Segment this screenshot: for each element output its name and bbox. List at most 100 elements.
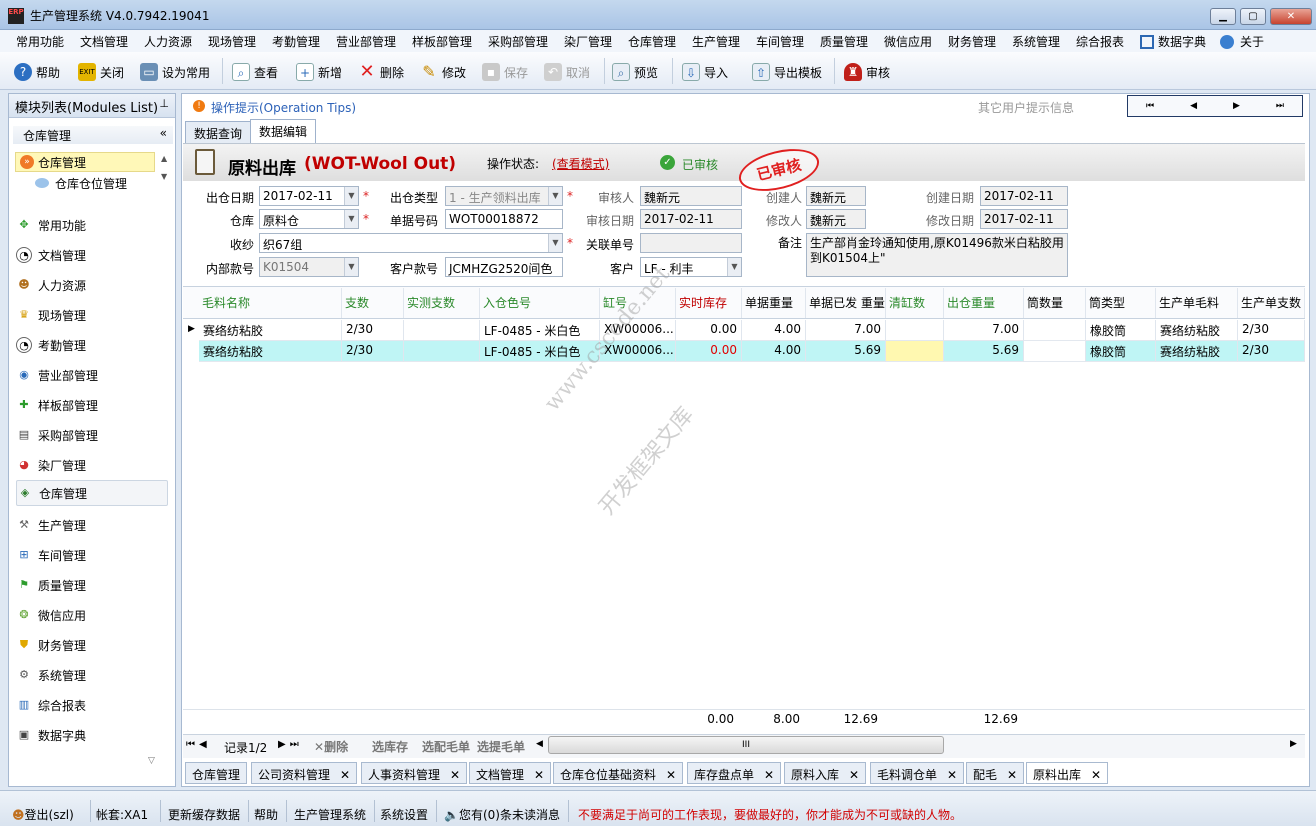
doc-tab[interactable]: 库存盘点单 ✕	[687, 762, 782, 784]
status-help-button[interactable]: 帮助	[254, 806, 278, 823]
nav-production[interactable]: ⚒ 生产管理	[16, 512, 168, 538]
doc-tab[interactable]: 毛料调仓单 ✕	[870, 762, 965, 784]
menu-quality[interactable]: 质量管理	[820, 33, 868, 50]
dropdown-arrow-icon[interactable]: ▼	[344, 187, 358, 205]
table-row-cell[interactable]: 4.00	[742, 320, 806, 341]
col-color-no[interactable]: 入仓色号	[480, 288, 600, 318]
table-row-cell[interactable]: 赛络纺粘胶	[199, 320, 342, 341]
col-tube-type[interactable]: 筒类型	[1086, 288, 1156, 318]
nav-dyeing[interactable]: ◕ 染厂管理	[16, 452, 168, 478]
col-order-wool[interactable]: 生产单毛料	[1156, 288, 1238, 318]
dropdown-arrow-icon[interactable]: ▼	[548, 234, 562, 252]
nav-attendance[interactable]: ◔ 考勤管理	[16, 332, 168, 358]
col-measured-count[interactable]: 实测支数	[404, 288, 480, 318]
save-button[interactable]: ▪ 保存	[482, 62, 528, 82]
receiver-field[interactable]: 织67组 ▼	[259, 233, 563, 253]
menu-dyeing[interactable]: 染厂管理	[564, 33, 612, 50]
menu-wechat[interactable]: 微信应用	[884, 33, 932, 50]
close-tab-icon[interactable]: ✕	[764, 768, 774, 782]
menu-common[interactable]: 常用功能	[16, 33, 64, 50]
close-window-button[interactable]: ✕	[1270, 8, 1312, 25]
logout-button[interactable]: ☻登出(szl)	[12, 806, 74, 823]
doc-tab[interactable]: 公司资料管理 ✕	[251, 762, 358, 784]
table-row-cell[interactable]: LF-0485 - 米白色	[480, 320, 600, 341]
doc-tab[interactable]: 人事资料管理 ✕	[361, 762, 468, 784]
col-tube-count[interactable]: 筒数量	[1024, 288, 1086, 318]
menu-attendance[interactable]: 考勤管理	[272, 33, 320, 50]
close-tab-icon[interactable]: ✕	[1091, 768, 1101, 782]
table-row-cell[interactable]	[886, 341, 944, 362]
view-button[interactable]: ⌕ 查看	[232, 62, 278, 82]
table-row-cell[interactable]: 7.00	[944, 320, 1024, 341]
messages-button[interactable]: 🔈您有(0)条未读消息	[444, 806, 560, 823]
doc-no-field[interactable]: WOT00018872	[445, 209, 563, 229]
group-header[interactable]: 仓库管理 «	[13, 126, 173, 144]
sidebar-scroll-down-icon[interactable]: ▽	[148, 756, 155, 766]
close-tab-icon[interactable]: ✕	[450, 768, 460, 782]
doc-tab[interactable]: 仓库管理	[185, 762, 248, 784]
close-button[interactable]: EXIT 关闭	[78, 62, 124, 82]
close-tab-icon[interactable]: ✕	[849, 768, 859, 782]
prev-record-icon[interactable]: ◀	[1190, 101, 1197, 111]
col-count[interactable]: 支数	[342, 288, 404, 318]
delete-button[interactable]: ✕ 删除	[358, 62, 404, 82]
table-row-cell[interactable]	[1024, 320, 1086, 341]
col-wool-name[interactable]: 毛料名称	[199, 288, 342, 318]
menu-purchase[interactable]: 采购部管理	[488, 33, 548, 50]
dropdown-arrow-icon[interactable]: ▼	[727, 258, 741, 276]
table-row-cell[interactable]: 2/30	[1238, 341, 1305, 362]
menu-site[interactable]: 现场管理	[208, 33, 256, 50]
table-row-cell[interactable]: 橡胶筒	[1086, 341, 1156, 362]
col-order-count[interactable]: 生产单支数	[1238, 288, 1305, 318]
import-button[interactable]: ⇩ 导入	[682, 62, 728, 82]
tree-item-location[interactable]: 仓库仓位管理	[35, 174, 165, 192]
set-common-button[interactable]: ▭ 设为常用	[140, 62, 210, 82]
nav-reports[interactable]: ▥ 综合报表	[16, 692, 168, 718]
menu-reports[interactable]: 综合报表	[1076, 33, 1124, 50]
col-out-weight[interactable]: 出仓重量	[944, 288, 1024, 318]
help-button[interactable]: ? 帮助	[14, 62, 60, 82]
close-tab-icon[interactable]: ✕	[1007, 768, 1017, 782]
nav-system[interactable]: ⚙ 系统管理	[16, 662, 168, 688]
close-tab-icon[interactable]: ✕	[340, 768, 350, 782]
pin-icon[interactable]: ⊥	[159, 97, 169, 110]
table-row-cell[interactable]: 5.69	[944, 341, 1024, 362]
close-tab-icon[interactable]: ✕	[666, 768, 676, 782]
col-doc-weight[interactable]: 单据重量	[742, 288, 806, 318]
nav-sales[interactable]: ◉ 营业部管理	[16, 362, 168, 388]
op-status-link[interactable]: (查看模式)	[552, 155, 609, 172]
menu-finance[interactable]: 财务管理	[948, 33, 996, 50]
next-record-icon[interactable]: ▶	[1233, 101, 1240, 111]
table-row-cell[interactable]: 橡胶筒	[1086, 320, 1156, 341]
col-issued-weight[interactable]: 单据已发 重量	[806, 288, 886, 318]
dropdown-arrow-icon[interactable]: ▼	[344, 210, 358, 228]
nav-sample[interactable]: ✚ 样板部管理	[16, 392, 168, 418]
operation-tips[interactable]: 操作提示(Operation Tips)	[211, 99, 356, 116]
cancel-button[interactable]: ↶ 取消	[544, 62, 590, 82]
table-row-cell[interactable]	[1024, 341, 1086, 362]
grid-delete-button[interactable]: ✕删除	[314, 738, 348, 755]
table-row-cell[interactable]: 2/30	[342, 320, 404, 341]
table-row-cell[interactable]: 5.69	[806, 341, 886, 362]
nav-next-last-icon[interactable]: ▶⏭	[278, 739, 303, 750]
tab-data-edit[interactable]: 数据编辑	[250, 119, 317, 143]
table-row-cell[interactable]: 赛络纺粘胶	[199, 341, 342, 362]
customer-no-field[interactable]: JCMHZG2520间色	[445, 257, 563, 277]
horizontal-scrollbar-thumb[interactable]: III	[548, 736, 944, 754]
doc-tab[interactable]: 文档管理 ✕	[469, 762, 552, 784]
table-row-cell[interactable]	[404, 320, 480, 341]
nav-common[interactable]: ✥ 常用功能	[16, 212, 168, 238]
select-wool2-button[interactable]: 选提毛单	[477, 738, 525, 755]
last-record-icon[interactable]: ⏭	[1276, 101, 1284, 111]
menu-hr[interactable]: 人力资源	[144, 33, 192, 50]
nav-first-prev-icon[interactable]: ⏮◀	[186, 739, 211, 750]
doc-tab-active[interactable]: 原料出库 ✕	[1026, 762, 1109, 784]
nav-hr[interactable]: ☻ 人力资源	[16, 272, 168, 298]
refresh-cache-button[interactable]: 更新缓存数据	[168, 806, 240, 823]
nav-dictionary[interactable]: ▣ 数据字典	[16, 722, 168, 748]
preview-button[interactable]: ⌕ 预览	[612, 62, 658, 82]
dropdown-arrow-icon[interactable]: ▼	[548, 187, 562, 205]
col-stock[interactable]: 实时库存	[676, 288, 742, 318]
table-row-cell[interactable]	[404, 341, 480, 362]
nav-purchase[interactable]: ▤ 采购部管理	[16, 422, 168, 448]
